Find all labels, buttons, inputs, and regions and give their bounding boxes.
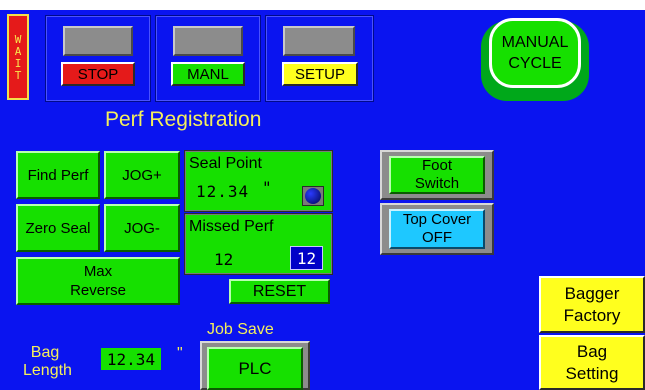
bag-length-label-line2: Length [23,362,72,379]
setup-button[interactable]: SETUP [282,62,358,86]
bag-setting-button[interactable]: Bag Setting [539,335,645,390]
manual-cycle-line1: MANUAL [501,34,569,51]
jog-plus-button[interactable]: JOG+ [104,151,180,199]
bag-setting-line1: Bag [576,341,608,361]
wait-indicator: WAIT [7,14,29,100]
max-reverse-line1: Max [83,263,113,280]
bagger-factory-line2: Factory [563,305,621,325]
top-cover-line2: OFF [422,229,452,246]
top-cover-button[interactable]: Top Cover OFF [389,209,485,249]
manual-cycle-line2: CYCLE [508,55,562,72]
missed-perf-label: Missed Perf [189,218,274,235]
seal-point-unit: " [262,178,272,197]
bagger-factory-button[interactable]: Bagger Factory [539,276,645,333]
stop-lamp [63,26,133,56]
top-cover-line1: Top Cover [402,211,472,228]
stop-button[interactable]: STOP [61,62,135,86]
jog-minus-button[interactable]: JOG- [104,204,180,252]
missed-perf-setting-input[interactable]: 12 [290,246,323,270]
seal-point-label: Seal Point [189,155,262,172]
manual-cycle-button[interactable]: MANUAL CYCLE [489,18,581,88]
max-reverse-line2: Reverse [70,282,126,299]
reset-button[interactable]: RESET [229,279,330,304]
bag-setting-line2: Setting [565,363,619,383]
bag-length-value[interactable]: 12.34 [101,348,161,370]
manl-lamp [173,26,243,56]
bag-length-label: Bag Length [23,344,72,380]
bag-length-unit: " [177,345,183,362]
section-title: Perf Registration [105,108,262,131]
foot-switch-line1: Foot [421,157,452,174]
foot-switch-button[interactable]: Foot Switch [389,156,485,194]
bag-length-label-line1: Bag [30,344,60,361]
missed-perf-value: 12 [214,250,234,269]
bagger-factory-line1: Bagger [564,283,620,303]
top-strip [0,0,645,10]
seal-point-value[interactable]: 12.34 [196,182,249,201]
setup-lamp [283,26,355,56]
zero-seal-button[interactable]: Zero Seal [16,204,100,252]
find-perf-button[interactable]: Find Perf [16,151,100,199]
max-reverse-button[interactable]: Max Reverse [16,257,180,305]
seal-point-indicator-icon [305,188,321,204]
foot-switch-line2: Switch [414,175,460,192]
job-save-label: Job Save [207,321,274,338]
plc-button[interactable]: PLC [207,347,303,390]
manl-button[interactable]: MANL [171,62,245,86]
